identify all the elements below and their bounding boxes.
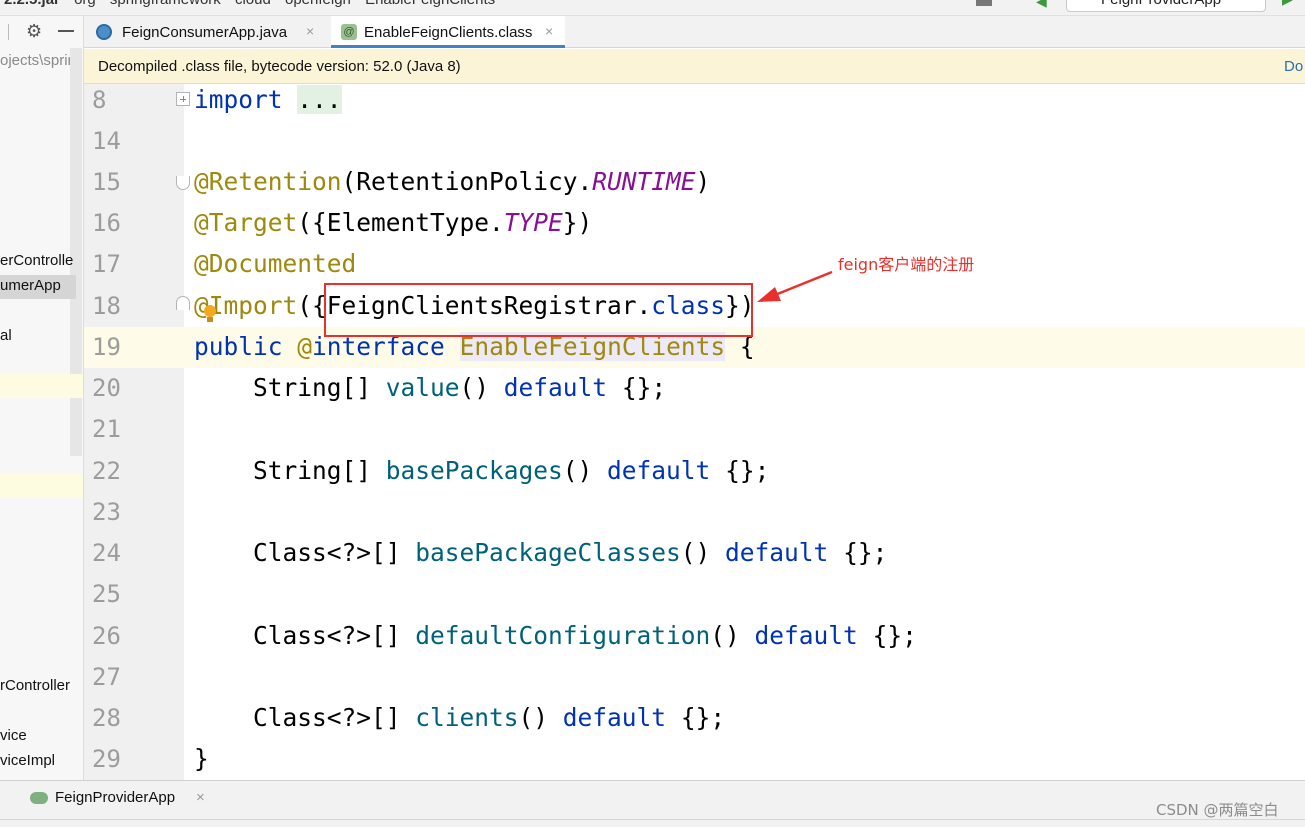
run-tool-window-bar: FeignProviderApp × CSDN @两篇空白 — [0, 780, 1305, 827]
close-icon[interactable]: × — [196, 789, 205, 806]
run-tab-label: FeignProviderApp — [55, 789, 176, 806]
run-toolbar — [0, 819, 1305, 827]
annotation-label: feign客户端的注册 — [838, 255, 975, 274]
watermark: CSDN @两篇空白 — [1156, 801, 1279, 819]
annotation-arrow-icon — [757, 270, 833, 302]
spring-boot-app-icon — [30, 792, 48, 804]
